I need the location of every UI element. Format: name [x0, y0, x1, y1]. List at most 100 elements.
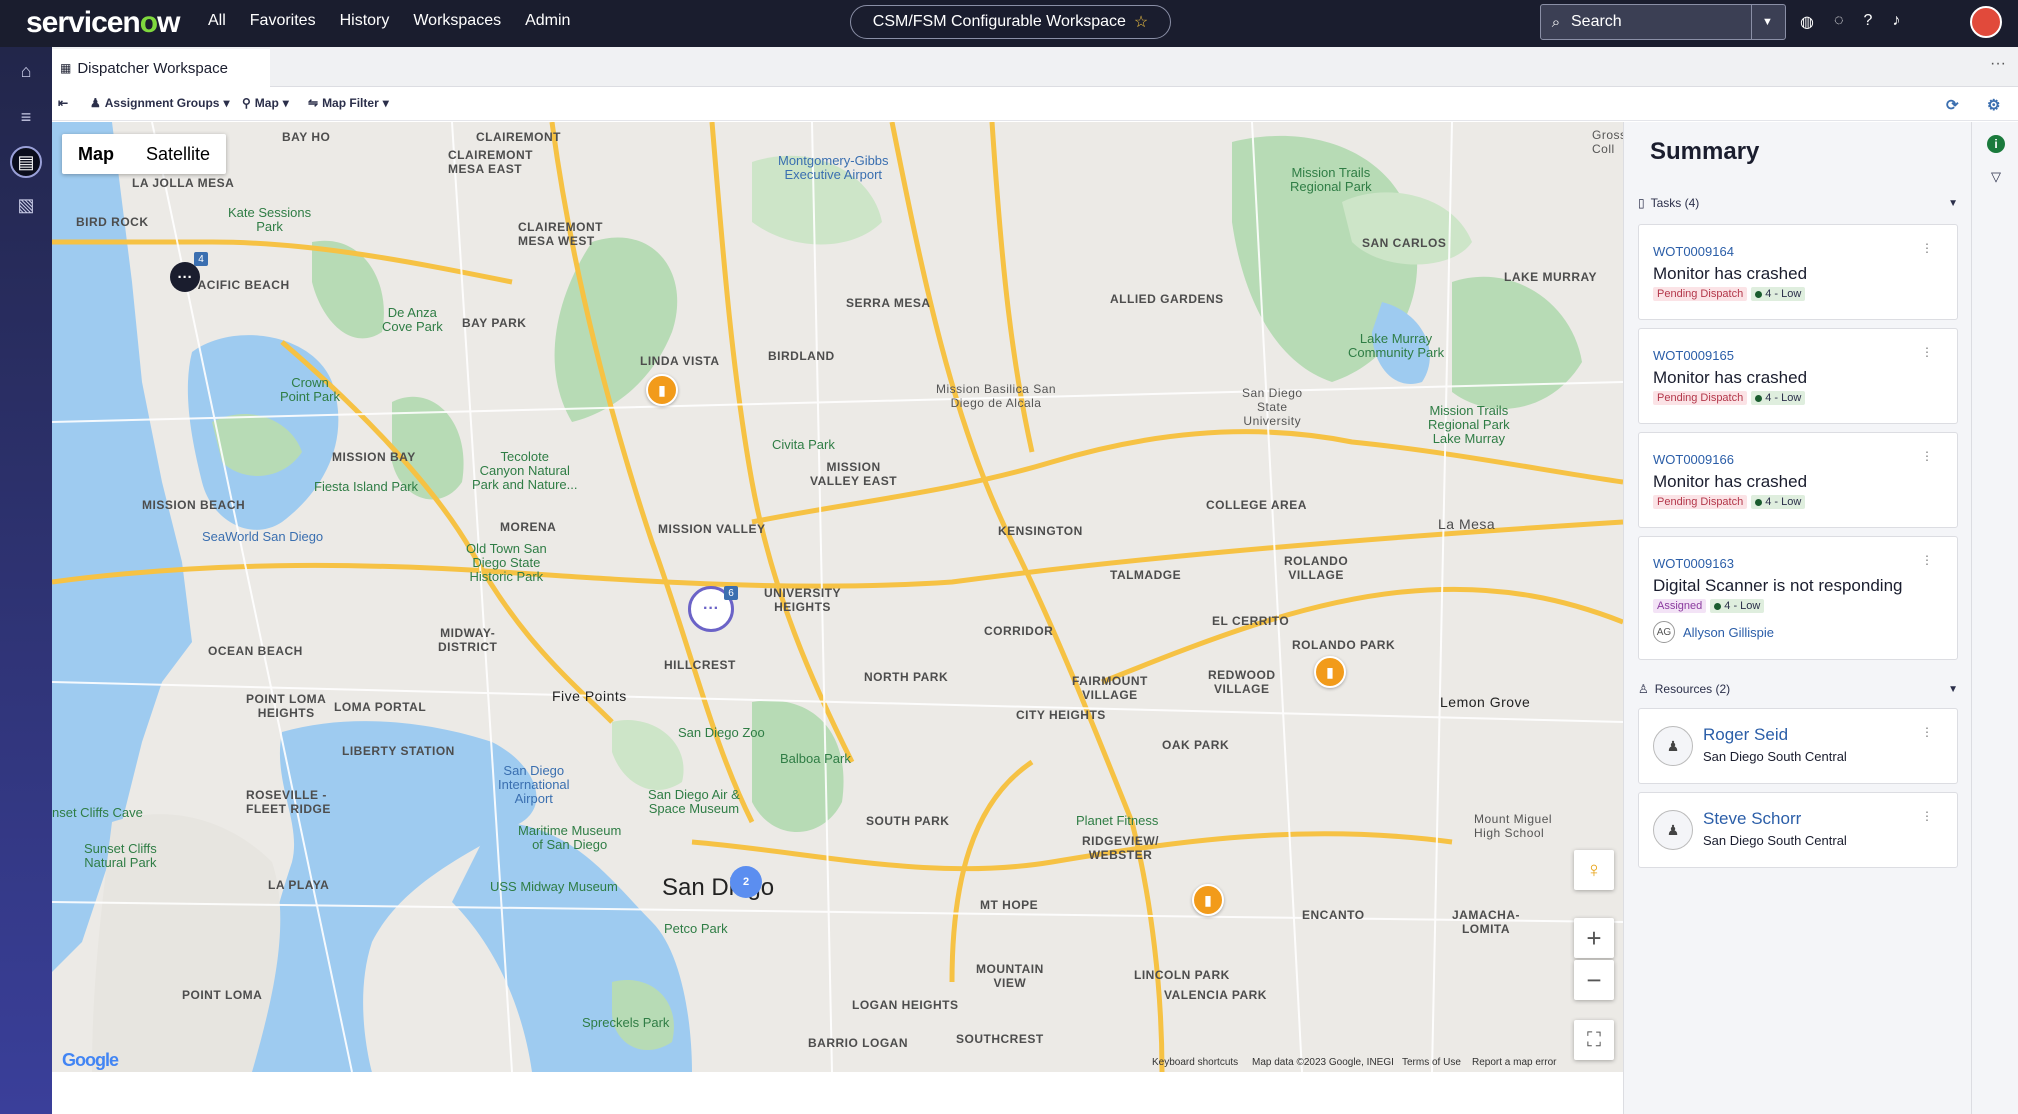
cluster-marker[interactable]: 2	[730, 866, 762, 898]
map-label: SOUTH PARK	[866, 814, 950, 828]
menu-admin[interactable]: Admin	[525, 12, 570, 30]
map-data-attribution: Map data ©2023 Google, INEGI	[1252, 1057, 1394, 1068]
bell-icon[interactable]: ♪	[1892, 12, 1900, 32]
poi-label: Mount Miguel High School	[1474, 812, 1553, 840]
map-label: LIBERTY STATION	[342, 744, 455, 758]
home-icon[interactable]: ⌂	[10, 55, 42, 87]
report-error-link[interactable]: Report a map error	[1472, 1057, 1556, 1068]
search-scope-dropdown[interactable]: ▼	[1751, 5, 1783, 39]
user-avatar[interactable]	[1970, 6, 2002, 38]
task-number-link[interactable]: WOT0009166	[1653, 452, 1734, 467]
poi-label: Maritime Museum of San Diego	[518, 823, 622, 852]
kebab-menu-icon[interactable]: ⋮	[1921, 553, 1933, 567]
map-icon[interactable]: ▧	[10, 189, 42, 221]
menu-workspaces[interactable]: Workspaces	[413, 12, 501, 30]
map-label: LAKE MURRAY	[1504, 270, 1598, 284]
search-input[interactable]	[1571, 13, 1751, 31]
group-icon: ♟	[90, 96, 101, 110]
tab-label: Dispatcher Workspace	[77, 59, 228, 77]
fullscreen-icon[interactable]: ⛶	[1574, 1020, 1614, 1060]
filter-icon[interactable]: ▽	[1984, 165, 2008, 189]
map-canvas[interactable]: Map Satellite CLAIREMONT BAY HO CLAIREMO…	[52, 122, 1623, 1072]
assignee-link[interactable]: Allyson Gillispie	[1683, 625, 1774, 640]
task-card[interactable]: WOT0009166 Monitor has crashed ⋮ Pending…	[1638, 432, 1958, 528]
map-type-satellite[interactable]: Satellite	[130, 134, 226, 174]
chevron-down-icon[interactable]: ▼	[1948, 684, 1958, 695]
map-label: LOMA PORTAL	[334, 700, 427, 714]
task-number-link[interactable]: WOT0009163	[1653, 556, 1734, 571]
task-pin-icon[interactable]: ▮	[646, 374, 678, 406]
more-icon[interactable]: ···	[1990, 55, 2006, 73]
assignment-groups-dropdown[interactable]: ♟ Assignment Groups ▾	[90, 96, 229, 110]
tab-dispatcher-workspace[interactable]: ▦ Dispatcher Workspace	[52, 49, 270, 87]
map-label: POINT LOMA HEIGHTS	[246, 692, 327, 720]
poi-label: USS Midway Museum	[490, 879, 618, 894]
zoom-out-button[interactable]: −	[1574, 960, 1614, 1000]
globe-icon[interactable]: ◍	[1800, 12, 1814, 32]
task-pin-icon[interactable]: ▮	[1192, 884, 1224, 916]
street-view-icon[interactable]: ♀	[1574, 850, 1614, 890]
task-card[interactable]: WOT0009164 Monitor has crashed ⋮ Pending…	[1638, 224, 1958, 320]
menu-all[interactable]: All	[208, 12, 226, 30]
filter-icon: ⇋	[308, 96, 319, 110]
tasks-header-label: Tasks (4)	[1650, 196, 1700, 210]
map-label: LINCOLN PARK	[1134, 968, 1230, 982]
chevron-down-icon[interactable]: ▼	[1948, 198, 1958, 209]
map-label: POINT LOMA	[182, 988, 263, 1002]
state-badge: Pending Dispatch	[1653, 391, 1748, 405]
resource-card[interactable]: ♟ Steve Schorr San Diego South Central ⋮	[1638, 792, 1958, 868]
terms-link[interactable]: Terms of Use	[1402, 1057, 1461, 1068]
task-number-link[interactable]: WOT0009164	[1653, 244, 1734, 259]
kebab-menu-icon[interactable]: ⋮	[1921, 725, 1933, 739]
map-label: BAY HO	[282, 130, 331, 144]
keyboard-shortcuts-link[interactable]: Keyboard shortcuts	[1152, 1057, 1238, 1068]
help-icon[interactable]: ?	[1863, 12, 1872, 32]
poi-label: Sunset Cliffs Natural Park	[84, 841, 157, 870]
poi-label: San Diego Air & Space Museum	[648, 787, 740, 816]
task-card[interactable]: WOT0009165 Monitor has crashed ⋮ Pending…	[1638, 328, 1958, 424]
state-badge: Pending Dispatch	[1653, 287, 1748, 301]
poi-label: Mission Trails Regional Park Lake Murray	[1428, 403, 1510, 446]
resource-card[interactable]: ♟ Roger Seid San Diego South Central ⋮	[1638, 708, 1958, 784]
map-type-map[interactable]: Map	[62, 134, 130, 174]
settings-icon[interactable]: ⚙	[1987, 96, 2000, 114]
menu-history[interactable]: History	[340, 12, 390, 30]
menu-favorites[interactable]: Favorites	[250, 12, 316, 30]
cluster-marker[interactable]: ···	[170, 262, 200, 292]
search-icon: ⌕	[1551, 13, 1561, 31]
dispatcher-icon[interactable]: ▤	[10, 146, 42, 178]
kebab-menu-icon[interactable]: ⋮	[1921, 345, 1933, 359]
refresh-icon[interactable]: ⟳	[1946, 96, 1959, 114]
map-dropdown[interactable]: ⚲ Map ▾	[242, 96, 289, 110]
resource-name-link[interactable]: Steve Schorr	[1703, 809, 1801, 829]
task-card[interactable]: WOT0009163 Digital Scanner is not respon…	[1638, 536, 1958, 660]
resource-name-link[interactable]: Roger Seid	[1703, 725, 1788, 745]
kebab-menu-icon[interactable]: ⋮	[1921, 449, 1933, 463]
info-icon[interactable]: i	[1987, 135, 2005, 153]
poi-label: Spreckels Park	[582, 1015, 670, 1030]
resources-section-header[interactable]: ♙ Resources (2) ▼	[1638, 682, 1958, 696]
google-logo: Google	[62, 1050, 119, 1070]
collapse-icon[interactable]: ⇤	[58, 96, 68, 110]
workspace-title-pill[interactable]: CSM/FSM Configurable Workspace ☆	[850, 5, 1171, 39]
map-filter-dropdown[interactable]: ⇋ Map Filter ▾	[308, 96, 389, 110]
tasks-section-header[interactable]: ▯ Tasks (4) ▼	[1638, 196, 1958, 210]
task-title: Monitor has crashed	[1653, 264, 1808, 283]
kebab-menu-icon[interactable]: ⋮	[1921, 809, 1933, 823]
clipboard-icon: ▯	[1638, 196, 1645, 210]
map-label: COLLEGE AREA	[1206, 498, 1307, 512]
kebab-menu-icon[interactable]: ⋮	[1921, 241, 1933, 255]
poi-label: Gross Coll	[1592, 128, 1623, 156]
map-label: NORTH PARK	[864, 670, 949, 684]
poi-label: Montgomery-Gibbs Executive Airport	[778, 153, 889, 182]
chat-icon[interactable]: ◌	[1834, 12, 1844, 32]
servicenow-logo[interactable]: servicenow	[26, 6, 180, 40]
star-icon[interactable]: ☆	[1134, 12, 1148, 32]
map-label: RIDGEVIEW/ WEBSTER	[1082, 834, 1160, 862]
task-number-link[interactable]: WOT0009165	[1653, 348, 1734, 363]
zoom-in-button[interactable]: +	[1574, 918, 1614, 958]
task-pin-icon[interactable]: ▮	[1314, 656, 1346, 688]
summary-title: Summary	[1650, 138, 1760, 165]
list-icon[interactable]: ≡	[10, 101, 42, 133]
map-label: UNIVERSITY HEIGHTS	[764, 586, 842, 614]
